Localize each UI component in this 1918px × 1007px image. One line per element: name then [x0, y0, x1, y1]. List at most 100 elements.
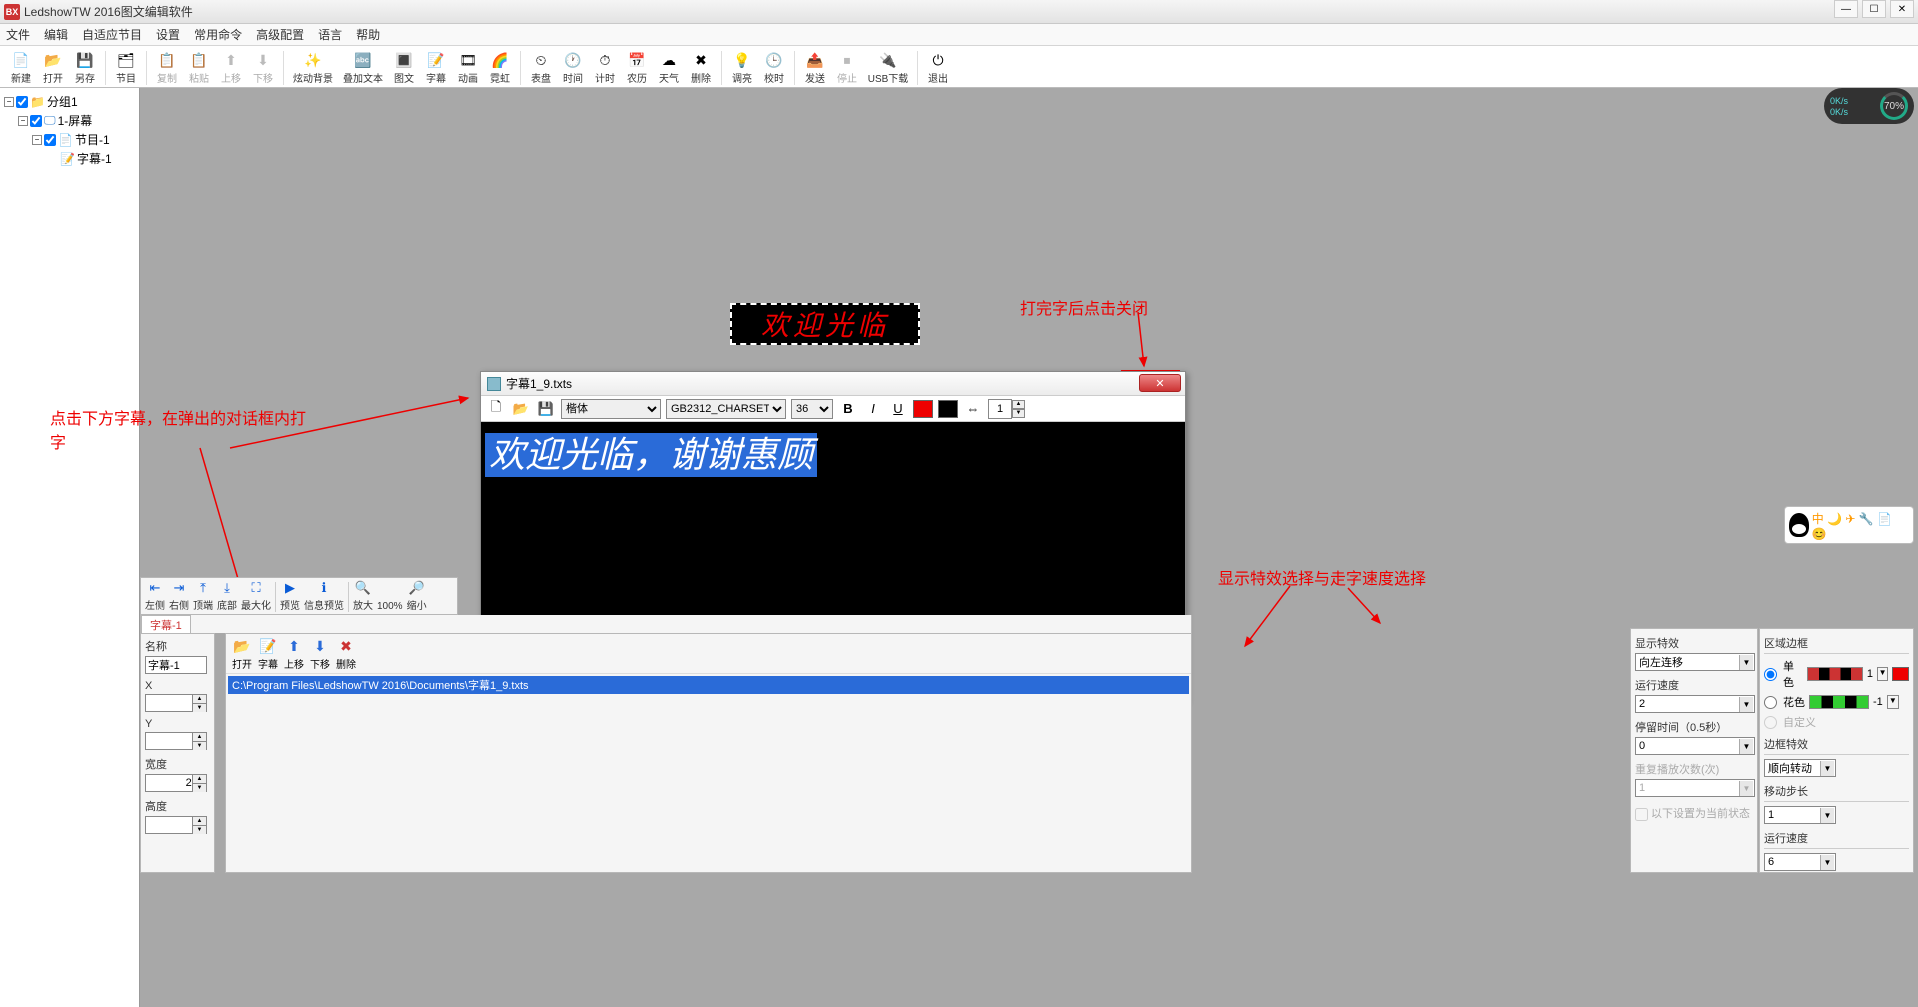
tool-另存[interactable]: 💾另存: [70, 51, 100, 85]
group-checkbox[interactable]: [16, 96, 28, 108]
menu-common[interactable]: 常用命令: [194, 26, 242, 43]
border-pattern-2[interactable]: [1809, 695, 1869, 709]
prop-w-input[interactable]: 256▲▼: [145, 774, 207, 792]
tool-霓虹[interactable]: 🌈霓虹: [485, 51, 515, 85]
tool-退出[interactable]: ⏻退出: [923, 51, 953, 85]
border-single-radio[interactable]: [1764, 668, 1777, 681]
tab-subtitle[interactable]: 字幕-1: [141, 615, 191, 634]
tool-时间[interactable]: 🕐时间: [558, 51, 588, 85]
tree-subtitle[interactable]: 📝 字幕-1: [4, 149, 135, 168]
view-最大化[interactable]: ⛶最大化: [241, 580, 271, 612]
close-button[interactable]: ✕: [1890, 0, 1914, 18]
border-anim-select[interactable]: 顺向转动▼: [1764, 759, 1836, 777]
text-color-swatch[interactable]: [913, 400, 933, 418]
tool-叠加文本[interactable]: 🔤叠加文本: [339, 51, 387, 85]
border-pattern-1[interactable]: [1807, 667, 1863, 681]
filebtn-删除[interactable]: ✖删除: [336, 637, 356, 671]
qq-widget[interactable]: 中 🌙 ✈ 🔧 📄 😊: [1784, 506, 1914, 544]
tool-icon: 🕒: [765, 51, 783, 69]
effect-select[interactable]: 向左连移▼: [1635, 653, 1755, 671]
filebtn-字幕[interactable]: 📝字幕: [258, 637, 278, 671]
filebtn-打开[interactable]: 📂打开: [232, 637, 252, 671]
tree-program[interactable]: − 📄 节目-1: [4, 130, 135, 149]
view-信息预览[interactable]: ℹ信息预览: [304, 580, 344, 612]
stay-select[interactable]: 0▼: [1635, 737, 1755, 755]
underline-button[interactable]: U: [888, 399, 908, 419]
menu-file[interactable]: 文件: [6, 26, 30, 43]
menu-edit[interactable]: 编辑: [44, 26, 68, 43]
charset-select[interactable]: GB2312_CHARSET: [666, 399, 786, 419]
view-右侧[interactable]: ⇥右侧: [169, 580, 189, 612]
filebtn-上移[interactable]: ⬆上移: [284, 637, 304, 671]
tool-调亮[interactable]: 💡调亮: [727, 51, 757, 85]
tool-表盘[interactable]: ⏲表盘: [526, 51, 556, 85]
program-checkbox[interactable]: [44, 134, 56, 146]
spacing-input[interactable]: [988, 399, 1012, 419]
menu-settings[interactable]: 设置: [156, 26, 180, 43]
tool-打开[interactable]: 📂打开: [38, 51, 68, 85]
maximize-button[interactable]: ☐: [1862, 0, 1886, 18]
view-100%[interactable]: 100%: [377, 584, 403, 612]
bg-color-swatch[interactable]: [938, 400, 958, 418]
tool-炫动背景[interactable]: ✨炫动背景: [289, 51, 337, 85]
expand-icon[interactable]: −: [4, 97, 14, 107]
tree-group[interactable]: − 📁 分组1: [4, 92, 135, 111]
spacing-spinner[interactable]: ▲▼: [988, 399, 1025, 419]
tool-天气[interactable]: ☁天气: [654, 51, 684, 85]
tool-字幕[interactable]: 📝字幕: [421, 51, 451, 85]
tool-节目[interactable]: 🗂节目: [111, 51, 141, 85]
tool-icon: 📤: [806, 51, 824, 69]
view-缩小[interactable]: 🔎缩小: [407, 580, 427, 612]
open-icon[interactable]: 📂: [511, 399, 531, 419]
font-select[interactable]: 楷体: [561, 399, 661, 419]
dialog-icon: [487, 377, 501, 391]
view-底部[interactable]: ⤓底部: [217, 580, 237, 612]
border-color-swatch[interactable]: [1892, 667, 1909, 681]
dialog-titlebar[interactable]: 字幕1_9.txts ✕: [481, 372, 1185, 396]
prop-x-input[interactable]: 0▲▼: [145, 694, 207, 712]
tool-校时[interactable]: 🕒校时: [759, 51, 789, 85]
screen-checkbox[interactable]: [30, 115, 42, 127]
filebtn-icon: 📝: [259, 637, 277, 655]
tool-USB下载[interactable]: 🔌USB下载: [864, 51, 912, 85]
led-preview[interactable]: 欢迎光临: [730, 303, 920, 345]
border-panel: 区域边框 单色 1 ▼ 花色 -1 ▼ 自定义 边框特效 顺向转动▼: [1759, 628, 1914, 873]
view-放大[interactable]: 🔍放大: [353, 580, 373, 612]
speed-select[interactable]: 2▼: [1635, 695, 1755, 713]
view-icon: ⤓: [219, 580, 235, 596]
menu-help[interactable]: 帮助: [356, 26, 380, 43]
menu-autofit[interactable]: 自适应节目: [82, 26, 142, 43]
italic-button[interactable]: I: [863, 399, 883, 419]
save-icon[interactable]: 💾: [536, 399, 556, 419]
prop-h-input[interactable]: 64▲▼: [145, 816, 207, 834]
file-row[interactable]: C:\Program Files\LedshowTW 2016\Document…: [228, 676, 1189, 694]
new-icon[interactable]: 🗋: [486, 399, 506, 419]
tool-icon: ✨: [304, 51, 322, 69]
expand-icon[interactable]: −: [18, 116, 28, 126]
tool-农历[interactable]: 📅农历: [622, 51, 652, 85]
dialog-close-button[interactable]: ✕: [1139, 374, 1181, 392]
border-flower-radio[interactable]: [1764, 696, 1777, 709]
bold-button[interactable]: B: [838, 399, 858, 419]
tool-新建[interactable]: 📄新建: [6, 51, 36, 85]
tool-计时[interactable]: ⏱计时: [590, 51, 620, 85]
tool-发送[interactable]: 📤发送: [800, 51, 830, 85]
tree-screen[interactable]: − 🖵 1-屏幕: [4, 111, 135, 130]
prop-y-input[interactable]: 0▲▼: [145, 732, 207, 750]
tool-删除[interactable]: ✖删除: [686, 51, 716, 85]
step-select[interactable]: 1▼: [1764, 806, 1836, 824]
expand-icon[interactable]: −: [32, 135, 42, 145]
fontsize-select[interactable]: 36: [791, 399, 833, 419]
menu-advanced[interactable]: 高级配置: [256, 26, 304, 43]
prop-name-input[interactable]: 字幕-1: [145, 656, 207, 674]
minimize-button[interactable]: ―: [1834, 0, 1858, 18]
tool-动画[interactable]: 🎞动画: [453, 51, 483, 85]
spacing-icon[interactable]: ⇔: [963, 399, 983, 419]
bspeed-select[interactable]: 6▼: [1764, 853, 1836, 871]
filebtn-下移[interactable]: ⬇下移: [310, 637, 330, 671]
tool-图文[interactable]: 🔳图文: [389, 51, 419, 85]
view-左侧[interactable]: ⇤左侧: [145, 580, 165, 612]
view-顶端[interactable]: ⤒顶端: [193, 580, 213, 612]
menu-language[interactable]: 语言: [318, 26, 342, 43]
view-预览[interactable]: ▶预览: [280, 580, 300, 612]
